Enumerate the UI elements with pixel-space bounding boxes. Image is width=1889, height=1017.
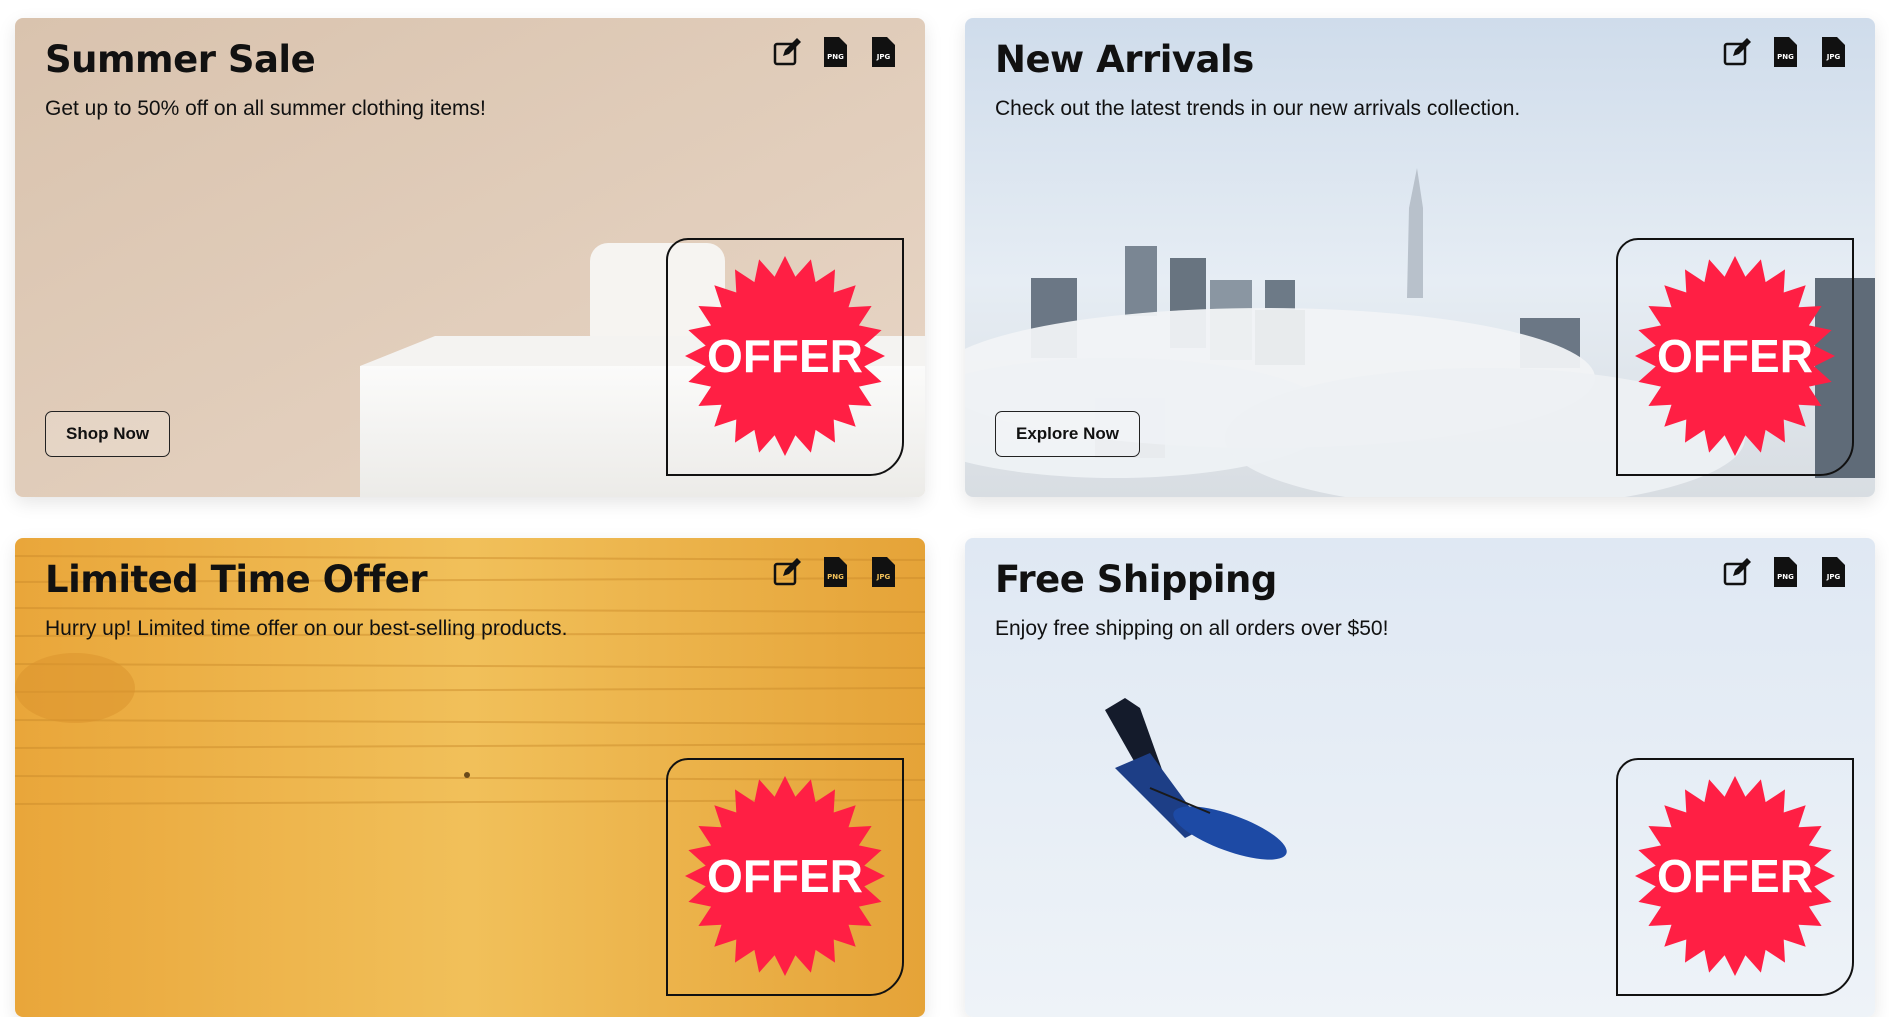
offer-badge: OFFER [1635, 256, 1835, 456]
jpg-label: JPG [1826, 53, 1841, 61]
png-label: PNG [827, 573, 844, 581]
banner-title: Summer Sale [45, 38, 316, 81]
offer-badge-text: OFFER [707, 850, 863, 902]
offer-badge-text: OFFER [1657, 850, 1813, 902]
banner-actions: PNG JPG [771, 36, 899, 68]
banner-actions: PNG JPG [1721, 556, 1849, 588]
offer-badge: OFFER [1635, 776, 1835, 976]
banner-card-free-shipping: Free Shipping Enjoy free shipping on all… [965, 538, 1875, 1017]
shop-now-button[interactable]: Shop Now [45, 411, 171, 457]
offer-badge-text: OFFER [1657, 330, 1813, 382]
jpg-label: JPG [1826, 573, 1841, 581]
jpg-label: JPG [876, 573, 891, 581]
banner-title: Free Shipping [995, 558, 1277, 601]
edit-icon[interactable] [1721, 556, 1753, 588]
banner-card-new-arrivals: New Arrivals Check out the latest trends… [965, 18, 1875, 497]
jpg-file-icon[interactable]: JPG [867, 36, 899, 68]
offer-badge: OFFER [685, 256, 885, 456]
png-file-icon[interactable]: PNG [1769, 556, 1801, 588]
banner-description: Get up to 50% off on all summer clothing… [45, 97, 486, 120]
jpg-file-icon[interactable]: JPG [1817, 556, 1849, 588]
jpg-file-icon[interactable]: JPG [867, 556, 899, 588]
banner-title: Limited Time Offer [45, 558, 428, 601]
jpg-file-icon[interactable]: JPG [1817, 36, 1849, 68]
png-label: PNG [1777, 53, 1794, 61]
edit-icon[interactable] [1721, 36, 1753, 68]
offer-badge-text: OFFER [707, 330, 863, 382]
png-file-icon[interactable]: PNG [1769, 36, 1801, 68]
edit-icon[interactable] [771, 556, 803, 588]
jpg-label: JPG [876, 53, 891, 61]
png-label: PNG [827, 53, 844, 61]
explore-now-button[interactable]: Explore Now [995, 411, 1140, 457]
banner-card-summer-sale: Summer Sale Get up to 50% off on all sum… [15, 18, 925, 497]
png-file-icon[interactable]: PNG [819, 556, 851, 588]
banner-actions: PNG JPG [771, 556, 899, 588]
banner-description: Enjoy free shipping on all orders over $… [995, 617, 1389, 640]
banner-title: New Arrivals [995, 38, 1254, 81]
banner-card-limited-time-offer: Limited Time Offer Hurry up! Limited tim… [15, 538, 925, 1017]
edit-icon[interactable] [771, 36, 803, 68]
png-file-icon[interactable]: PNG [819, 36, 851, 68]
png-label: PNG [1777, 573, 1794, 581]
banner-actions: PNG JPG [1721, 36, 1849, 68]
offer-badge: OFFER [685, 776, 885, 976]
banner-description: Check out the latest trends in our new a… [995, 97, 1521, 120]
banner-description: Hurry up! Limited time offer on our best… [45, 617, 568, 640]
